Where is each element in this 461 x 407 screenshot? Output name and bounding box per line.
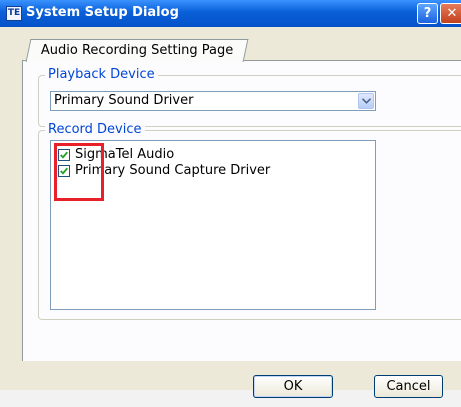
highlight-annotation — [54, 143, 104, 201]
cancel-button[interactable]: Cancel — [374, 375, 443, 398]
title-bar[interactable]: TE System Setup Dialog ? ✕ — [0, 0, 461, 27]
help-button[interactable]: ? — [417, 3, 438, 24]
tab-audio-recording[interactable]: Audio Recording Setting Page — [25, 39, 249, 62]
tab-panel: Playback Device Primary Sound Driver Rec… — [22, 60, 461, 361]
record-device-legend: Record Device — [45, 122, 145, 137]
playback-device-select[interactable]: Primary Sound Driver — [50, 91, 376, 111]
playback-device-value: Primary Sound Driver — [54, 93, 194, 108]
record-device-label: Primary Sound Capture Driver — [75, 163, 271, 178]
playback-device-group: Playback Device Primary Sound Driver — [38, 67, 461, 127]
close-button[interactable]: ✕ — [440, 3, 461, 24]
app-icon: TE — [6, 6, 22, 21]
tab-label: Audio Recording Setting Page — [40, 43, 234, 58]
chevron-down-icon[interactable] — [358, 93, 374, 109]
window-title: System Setup Dialog — [26, 5, 179, 20]
ok-button[interactable]: OK — [253, 375, 333, 398]
playback-device-legend: Playback Device — [45, 67, 158, 82]
